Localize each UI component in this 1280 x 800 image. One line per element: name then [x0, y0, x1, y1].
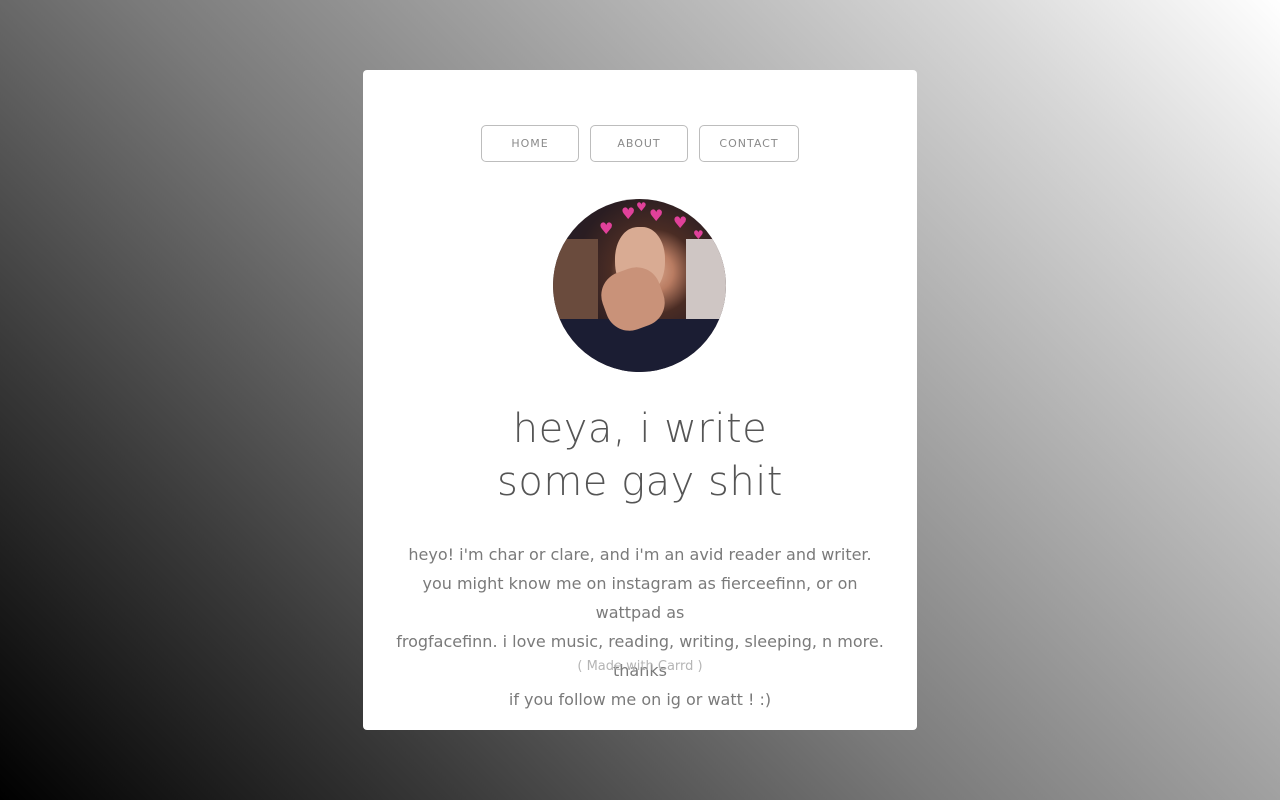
heart-icon: ♥ — [636, 200, 647, 214]
bio-line: if you follow me on ig or watt ! :) — [508, 690, 772, 709]
contact-button[interactable]: CONTACT — [699, 125, 799, 162]
bio-line: you might know me on instagram as fierce… — [422, 574, 858, 622]
heart-icon: ♥ — [673, 213, 688, 232]
home-button[interactable]: HOME — [481, 125, 579, 162]
page-title: heya, i write some gay shit — [363, 403, 917, 509]
avatar-bg-left — [553, 239, 598, 329]
headline-line-1: heya, i write — [512, 406, 768, 452]
headline-line-2: some gay shit — [497, 459, 783, 505]
about-button[interactable]: ABOUT — [590, 125, 688, 162]
heart-icon: ♥ — [599, 219, 614, 238]
nav-bar: HOME ABOUT CONTACT — [363, 125, 917, 162]
made-with-carrd-link[interactable]: ( Made with Carrd ) — [363, 659, 917, 674]
heart-icon: ♥ — [693, 228, 704, 242]
avatar-bg-right — [686, 239, 726, 329]
bio-line: heyo! i'm char or clare, and i'm an avid… — [408, 545, 872, 564]
avatar: ♥ ♥ ♥ ♥ ♥ ♥ — [553, 199, 726, 372]
heart-icon: ♥ — [621, 204, 636, 223]
bio-line: frogfacefinn. i love music, reading, wri… — [396, 632, 884, 680]
profile-card: HOME ABOUT CONTACT ♥ ♥ ♥ ♥ ♥ ♥ heya, i w… — [363, 70, 917, 730]
heart-icon: ♥ — [649, 206, 664, 225]
bio-text: heyo! i'm char or clare, and i'm an avid… — [393, 540, 887, 714]
